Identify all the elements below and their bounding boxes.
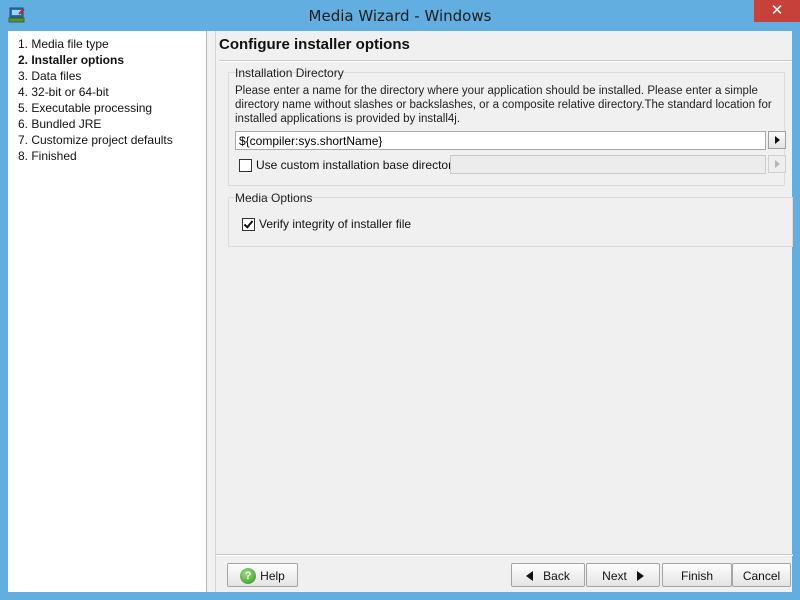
installation-directory-input[interactable]: ${compiler:sys.shortName}: [235, 131, 766, 150]
step-bundled-jre[interactable]: 6. Bundled JRE: [18, 117, 101, 131]
custom-base-directory-label: Use custom installation base directory:: [256, 158, 462, 172]
title-bar[interactable]: Media Wizard - Windows ✕: [0, 0, 800, 32]
arrow-right-icon: [636, 570, 644, 581]
next-button[interactable]: Next: [586, 563, 660, 587]
step-finished[interactable]: 8. Finished: [18, 149, 77, 163]
directory-variable-button[interactable]: [768, 131, 786, 149]
finish-button-label: Finish: [680, 568, 713, 583]
checkmark-icon: [243, 218, 254, 229]
verify-integrity-checkbox[interactable]: [242, 218, 255, 231]
close-icon: ✕: [770, 2, 784, 19]
cancel-button[interactable]: Cancel: [732, 563, 791, 587]
cancel-button-label: Cancel: [742, 568, 781, 583]
custom-base-directory-input: [450, 155, 766, 174]
help-icon: ?: [240, 567, 257, 584]
back-button[interactable]: Back: [511, 563, 585, 587]
arrow-right-icon: [775, 160, 780, 168]
custom-base-directory-checkbox[interactable]: [239, 159, 252, 172]
step-data-files[interactable]: 3. Data files: [18, 69, 81, 83]
wizard-steps-sidebar: 1. Media file type 2. Installer options …: [8, 31, 207, 592]
media-wizard-window: Media Wizard - Windows ✕ 1. Media file t…: [0, 0, 800, 600]
step-installer-options[interactable]: 2. Installer options: [18, 53, 124, 67]
help-button-label: Help: [260, 568, 285, 583]
wizard-client-area: 1. Media file type 2. Installer options …: [8, 31, 793, 592]
title-separator: [219, 60, 792, 62]
verify-integrity-label: Verify integrity of installer file: [259, 217, 412, 231]
next-button-label: Next: [602, 568, 627, 583]
page-title: Configure installer options: [219, 36, 410, 53]
footer-separator: [216, 554, 793, 556]
custom-base-browse-button: [768, 155, 786, 173]
close-window-button[interactable]: ✕: [754, 0, 800, 22]
finish-button[interactable]: Finish: [662, 563, 732, 587]
split-pane-divider[interactable]: [207, 31, 215, 592]
step-media-file-type[interactable]: 1. Media file type: [18, 37, 109, 51]
arrow-right-icon: [775, 136, 780, 144]
wizard-main-panel: Configure installer options Installation…: [215, 31, 793, 592]
installation-directory-description: Please enter a name for the directory wh…: [235, 85, 772, 125]
window-title: Media Wizard - Windows: [308, 7, 492, 25]
step-executable-processing[interactable]: 5. Executable processing: [18, 101, 152, 115]
back-button-label: Back: [543, 568, 570, 583]
media-options-label: Media Options: [235, 191, 313, 205]
installation-directory-label: Installation Directory: [235, 66, 344, 80]
arrow-left-icon: [526, 570, 534, 581]
step-32-or-64-bit[interactable]: 4. 32-bit or 64-bit: [18, 85, 109, 99]
help-button[interactable]: ? Help: [227, 563, 298, 587]
step-customize-project-defaults[interactable]: 7. Customize project defaults: [18, 133, 173, 147]
